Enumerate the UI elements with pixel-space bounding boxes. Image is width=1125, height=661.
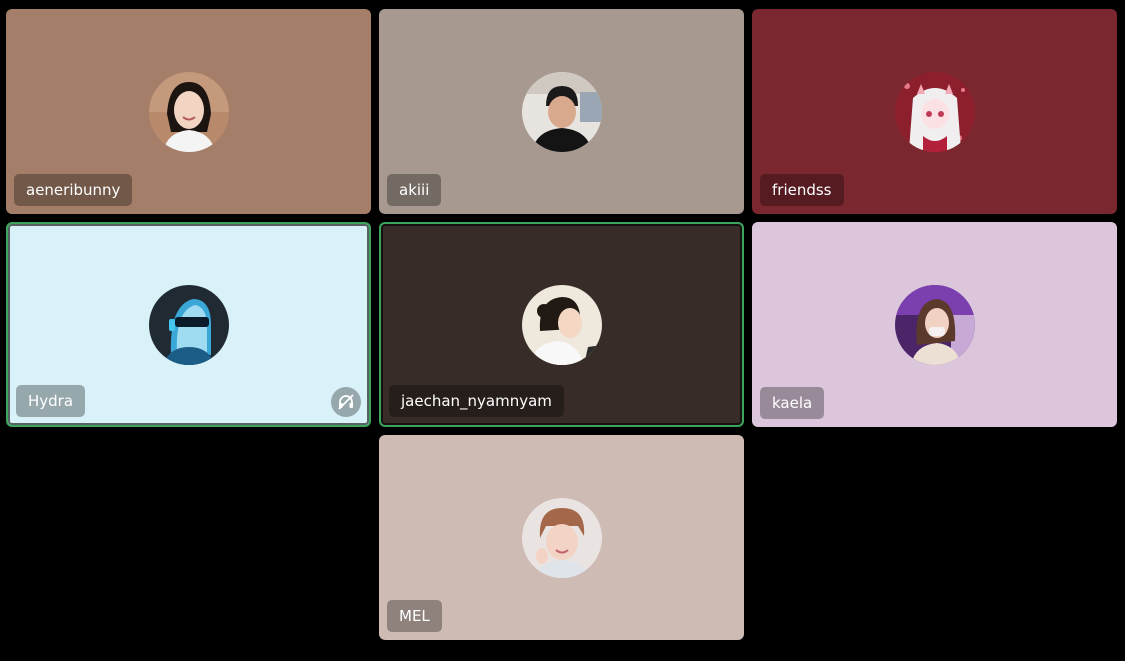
voice-channel-grid: aeneribunny akiii friendss Hydra jaechan… [0,0,1125,661]
participant-name-tag: kaela [760,387,825,419]
participant-tile-aeneribunny[interactable]: aeneribunny [6,9,371,214]
participant-name-tag: MEL [387,600,442,632]
participant-name-tag: akiii [387,174,442,206]
participant-tile-kaela[interactable]: kaela [752,222,1117,427]
participant-tile-hydra[interactable]: Hydra [6,222,371,427]
avatar [521,71,602,152]
robot-head-icon [148,284,229,365]
participant-name-tag: friendss [760,174,844,206]
participant-tile-jaechan-nyamnyam[interactable]: jaechan_nyamnyam [379,222,744,427]
person-photo-icon [894,284,975,365]
participant-name-tag: Hydra [16,385,86,417]
muted-headphones-icon [331,387,361,417]
avatar [148,284,229,365]
participant-name-tag: jaechan_nyamnyam [389,385,564,417]
anime-girl-icon [894,71,975,152]
avatar [894,71,975,152]
person-photo-icon [521,284,602,365]
person-photo-icon [521,497,602,578]
avatar [521,284,602,365]
participant-name-tag: aeneribunny [14,174,133,206]
avatar [148,71,229,152]
participant-tile-akiii[interactable]: akiii [379,9,744,214]
person-photo-icon [148,71,229,152]
participant-tile-mel[interactable]: MEL [379,435,744,640]
person-photo-icon [521,71,602,152]
avatar [894,284,975,365]
avatar [521,497,602,578]
participant-tile-friendss[interactable]: friendss [752,9,1117,214]
